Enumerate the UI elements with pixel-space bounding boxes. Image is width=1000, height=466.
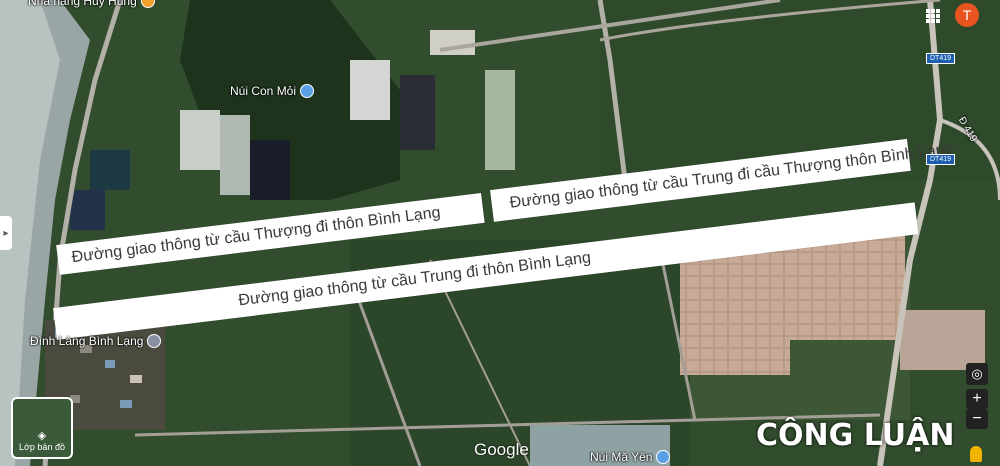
road-shield-dt419: DT419: [926, 53, 956, 64]
google-logo: Google: [474, 440, 529, 459]
collapse-panel-button[interactable]: ▸: [0, 216, 12, 250]
place-nui-con-moi[interactable]: Núi Con Mỏi: [230, 84, 315, 98]
pin-icon: [140, 0, 155, 8]
layers-button[interactable]: ◈ Lớp bản đồ: [11, 397, 73, 459]
watermark-logo: CÔNG LUẬN: [756, 418, 954, 453]
pegman-icon[interactable]: [970, 446, 982, 462]
watermark-text: CÔNG LUẬN: [756, 418, 955, 453]
place-top-left[interactable]: Nhà hàng Huy Hùng: [28, 0, 155, 8]
road-shield-dt419: DT419: [926, 154, 956, 165]
zoom-out-button[interactable]: −: [966, 409, 988, 429]
locate-icon: ◎: [971, 366, 983, 381]
apps-grid-icon[interactable]: [926, 9, 940, 23]
layers-icon: ◈: [37, 430, 47, 442]
place-dinh-lang[interactable]: Đình Làng Bình Lạng: [30, 334, 162, 348]
camera-poi-icon: [656, 450, 671, 464]
camera-poi-icon: [300, 84, 315, 98]
pin-icon: [147, 334, 162, 348]
zoom-in-button[interactable]: +: [966, 389, 988, 409]
chevron-right-icon: ▸: [3, 227, 9, 239]
place-nui-ma-yen[interactable]: Núi Mã Yên: [590, 450, 671, 464]
account-avatar-icon[interactable]: T: [955, 3, 979, 27]
locate-button[interactable]: ◎: [966, 363, 988, 385]
